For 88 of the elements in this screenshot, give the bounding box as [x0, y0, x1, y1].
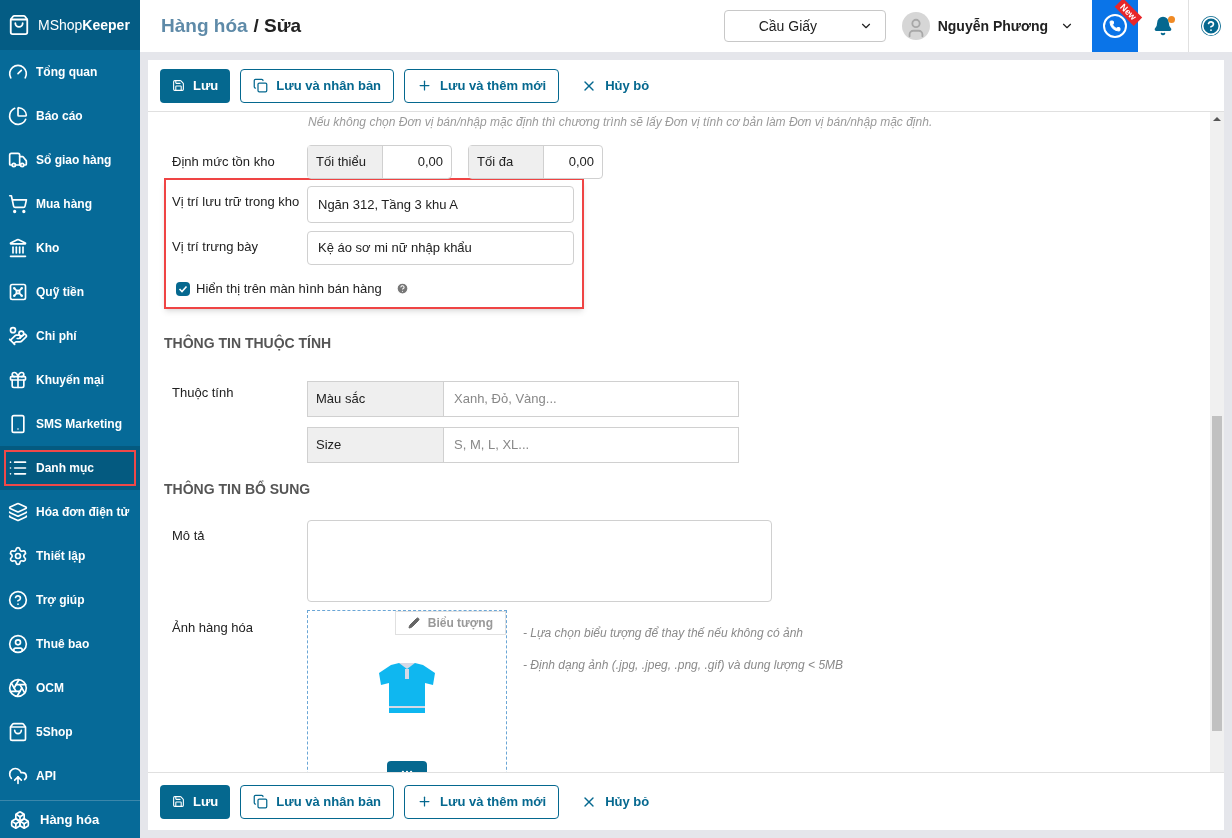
cloud-upload-icon	[8, 766, 28, 786]
display-location-field[interactable]: Kệ áo sơ mi nữ nhập khẩu	[307, 231, 574, 265]
check-icon	[178, 283, 188, 294]
sidebar-item[interactable]: API	[0, 754, 140, 798]
truck-icon	[8, 150, 28, 170]
field-label: Vị trí trưng bày	[172, 238, 259, 256]
attribute-input[interactable]: Xanh, Đỏ, Vàng...	[444, 380, 739, 417]
sidebar-item[interactable]: Mua hàng	[0, 182, 140, 226]
save-add-button[interactable]: Lưu và thêm mới	[404, 68, 560, 103]
help-icon	[395, 282, 409, 296]
sidebar-footer-item[interactable]: Hàng hóa	[0, 800, 140, 838]
sidebar-item[interactable]: Tổng quan	[0, 50, 140, 94]
field-label: Định mức tồn kho	[172, 153, 276, 172]
section-title: THÔNG TIN THUỘC TÍNH	[164, 333, 333, 353]
image-note: - Lựa chọn biểu tượng để thay thế nếu không có ảnh	[523, 624, 804, 642]
settings-icon	[8, 546, 28, 566]
storage-location-field[interactable]: Ngăn 312, Tầng 3 khu A	[307, 186, 574, 223]
sidebar-item[interactable]: Quỹ tiền	[0, 270, 140, 314]
save-icon	[172, 795, 185, 808]
help-icon	[8, 590, 28, 610]
sidebar-item[interactable]: Kho	[0, 226, 140, 270]
cancel-button[interactable]: Hủy bỏ	[569, 784, 662, 819]
sidebar-item[interactable]: SMS Marketing	[0, 402, 140, 446]
copy-icon	[253, 794, 269, 809]
sidebar-item[interactable]: Hóa đơn điện tử	[0, 490, 140, 534]
bank-icon	[8, 238, 28, 258]
phone-icon	[1109, 20, 1121, 32]
bag-logo-icon	[8, 14, 30, 36]
gauge-icon	[8, 62, 28, 82]
safe-icon	[8, 282, 28, 302]
image-note: - Định dạng ảnh (.jpg, .jpeg, .png, .gif) và dung lượng < 5MB	[523, 656, 844, 674]
layers-icon	[8, 502, 28, 522]
pencil-icon	[407, 616, 420, 629]
cancel-button[interactable]: Hủy bỏ	[569, 68, 662, 103]
sidebar-item[interactable]: OCM	[0, 666, 140, 710]
description-field[interactable]	[307, 519, 772, 602]
branch-select[interactable]: Cầu Giấy	[723, 10, 886, 42]
max-stock-field[interactable]: Tối đa 0,00	[468, 145, 603, 179]
attribute-name: Size	[307, 426, 444, 463]
app-logo-text: MShopKeeper	[38, 15, 130, 35]
bag-icon	[8, 722, 28, 742]
plus-icon	[417, 78, 433, 93]
sidebar-item[interactable]: Trợ giúp	[0, 578, 140, 622]
save-add-button[interactable]: Lưu và thêm mới	[404, 784, 560, 819]
plus-icon	[417, 794, 433, 809]
field-label: Thuộc tính	[172, 383, 235, 402]
page-title: / Sửa	[253, 13, 302, 38]
copy-icon	[253, 78, 269, 93]
sidebar-item[interactable]: 5Shop	[0, 710, 140, 754]
field-label: Vị trí lưu trữ trong kho	[172, 193, 301, 211]
sidebar-item[interactable]: Khuyến mại	[0, 358, 140, 402]
cart-icon	[8, 194, 28, 214]
avatar-icon	[901, 12, 930, 40]
help-icon[interactable]	[1200, 16, 1221, 36]
field-label: Mô tả	[172, 526, 206, 545]
breadcrumb-link[interactable]: Hàng hóa	[161, 11, 248, 41]
list-icon	[8, 458, 28, 478]
bell-icon[interactable]	[1153, 16, 1173, 36]
user-icon	[8, 634, 28, 654]
phone-icon	[8, 414, 28, 434]
gift-icon	[8, 370, 28, 390]
attribute-name: Màu sắc	[307, 380, 444, 417]
pie-chart-icon	[8, 106, 28, 126]
save-duplicate-button[interactable]: Lưu và nhân bản	[240, 784, 395, 819]
sidebar-item[interactable]: Thiết lập	[0, 534, 140, 578]
sidebar-item[interactable]: Báo cáo	[0, 94, 140, 138]
sidebar-item[interactable]: Sổ giao hàng	[0, 138, 140, 182]
hint-text: Nếu không chọn Đơn vị bán/nhập mặc định thì chương trình sẽ lấy Đơn vị tính cơ bản làm Đơn vị bán/nhập mặc định.	[307, 114, 934, 131]
section-title: THÔNG TIN BỔ SUNG	[164, 479, 312, 499]
save-duplicate-button[interactable]: Lưu và nhân bản	[240, 68, 395, 103]
call-button[interactable]	[1092, 0, 1138, 52]
money-bag-icon	[8, 326, 28, 346]
attribute-input[interactable]: S, M, L, XL...	[444, 426, 739, 463]
user-menu[interactable]: Nguyễn Phương	[937, 15, 1074, 37]
shirt-icon	[377, 660, 437, 716]
sidebar-item[interactable]: Thuê bao	[0, 622, 140, 666]
save-button[interactable]: Lưu	[160, 68, 231, 103]
sidebar-item[interactable]: Danh mục	[0, 446, 140, 490]
save-button[interactable]: Lưu	[160, 784, 231, 819]
sidebar-item[interactable]: Chi phí	[0, 314, 140, 358]
save-icon	[172, 79, 185, 92]
field-label: Ảnh hàng hóa	[172, 618, 254, 637]
aperture-icon	[8, 678, 28, 698]
min-stock-field[interactable]: Tối thiểu 0,00	[307, 145, 452, 179]
boxes-icon	[10, 809, 30, 830]
checkbox[interactable]	[176, 281, 190, 296]
checkbox-label: Hiển thị trên màn hình bán hàng	[196, 280, 382, 298]
scroll-thumb[interactable]	[1212, 416, 1222, 731]
